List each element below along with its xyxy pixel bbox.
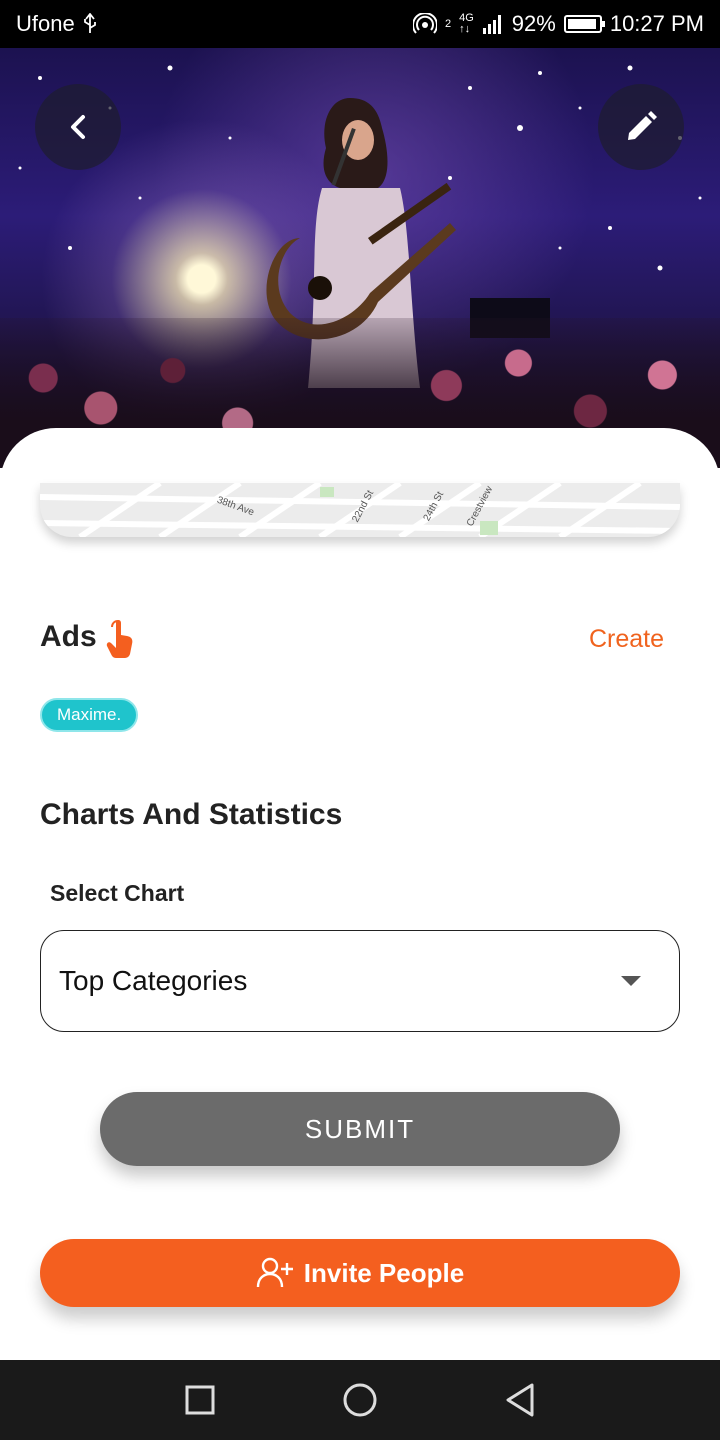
invite-people-button[interactable]: Invite People bbox=[40, 1239, 680, 1307]
user-plus-icon bbox=[256, 1257, 293, 1288]
clock: 10:27 PM bbox=[609, 11, 704, 36]
pencil-icon bbox=[628, 111, 657, 140]
chart-select-dropdown[interactable]: Top Categories bbox=[40, 930, 680, 1032]
back-button[interactable] bbox=[35, 84, 121, 170]
create-ad-link[interactable]: Create bbox=[589, 625, 664, 654]
carrier-name: Ufone bbox=[16, 11, 75, 36]
signal-bars-icon bbox=[482, 14, 504, 34]
signal-top-label: 2 bbox=[444, 17, 452, 30]
battery-percent: 92% bbox=[511, 11, 556, 36]
hotspot-icon bbox=[412, 13, 437, 35]
status-bar: Ufone 2 4G ↑↓ 92% 10:27 PM bbox=[0, 0, 720, 48]
recents-square-icon bbox=[185, 1385, 215, 1415]
battery-icon bbox=[563, 15, 605, 33]
system-nav-bar bbox=[0, 1360, 720, 1440]
location-map[interactable]: 38th Ave 22nd St 24th St Crestview bbox=[40, 483, 680, 537]
back-triangle-icon bbox=[506, 1383, 534, 1417]
caret-down-icon bbox=[621, 976, 641, 986]
submit-button[interactable]: SUBMIT bbox=[100, 1092, 620, 1166]
network-arrows-label: ↑↓ bbox=[459, 23, 471, 35]
home-circle-icon bbox=[343, 1383, 377, 1417]
event-cover-image bbox=[0, 48, 720, 468]
hand-pointer-icon bbox=[104, 618, 134, 663]
edit-button[interactable] bbox=[598, 84, 684, 170]
chevron-left-icon bbox=[71, 115, 85, 139]
nav-back-button[interactable] bbox=[495, 1375, 545, 1425]
chart-select-value: Top Categories bbox=[59, 965, 248, 996]
home-button[interactable] bbox=[335, 1375, 385, 1425]
submit-label: SUBMIT bbox=[304, 1113, 416, 1144]
usb-icon bbox=[83, 13, 97, 35]
ad-tag[interactable]: Maxime. bbox=[40, 698, 139, 732]
charts-section-title: Charts And Statistics bbox=[40, 798, 343, 831]
recents-button[interactable] bbox=[175, 1375, 225, 1425]
ads-title: Ads bbox=[40, 620, 97, 653]
invite-label: Invite People bbox=[303, 1257, 465, 1288]
select-chart-label: Select Chart bbox=[50, 880, 185, 906]
